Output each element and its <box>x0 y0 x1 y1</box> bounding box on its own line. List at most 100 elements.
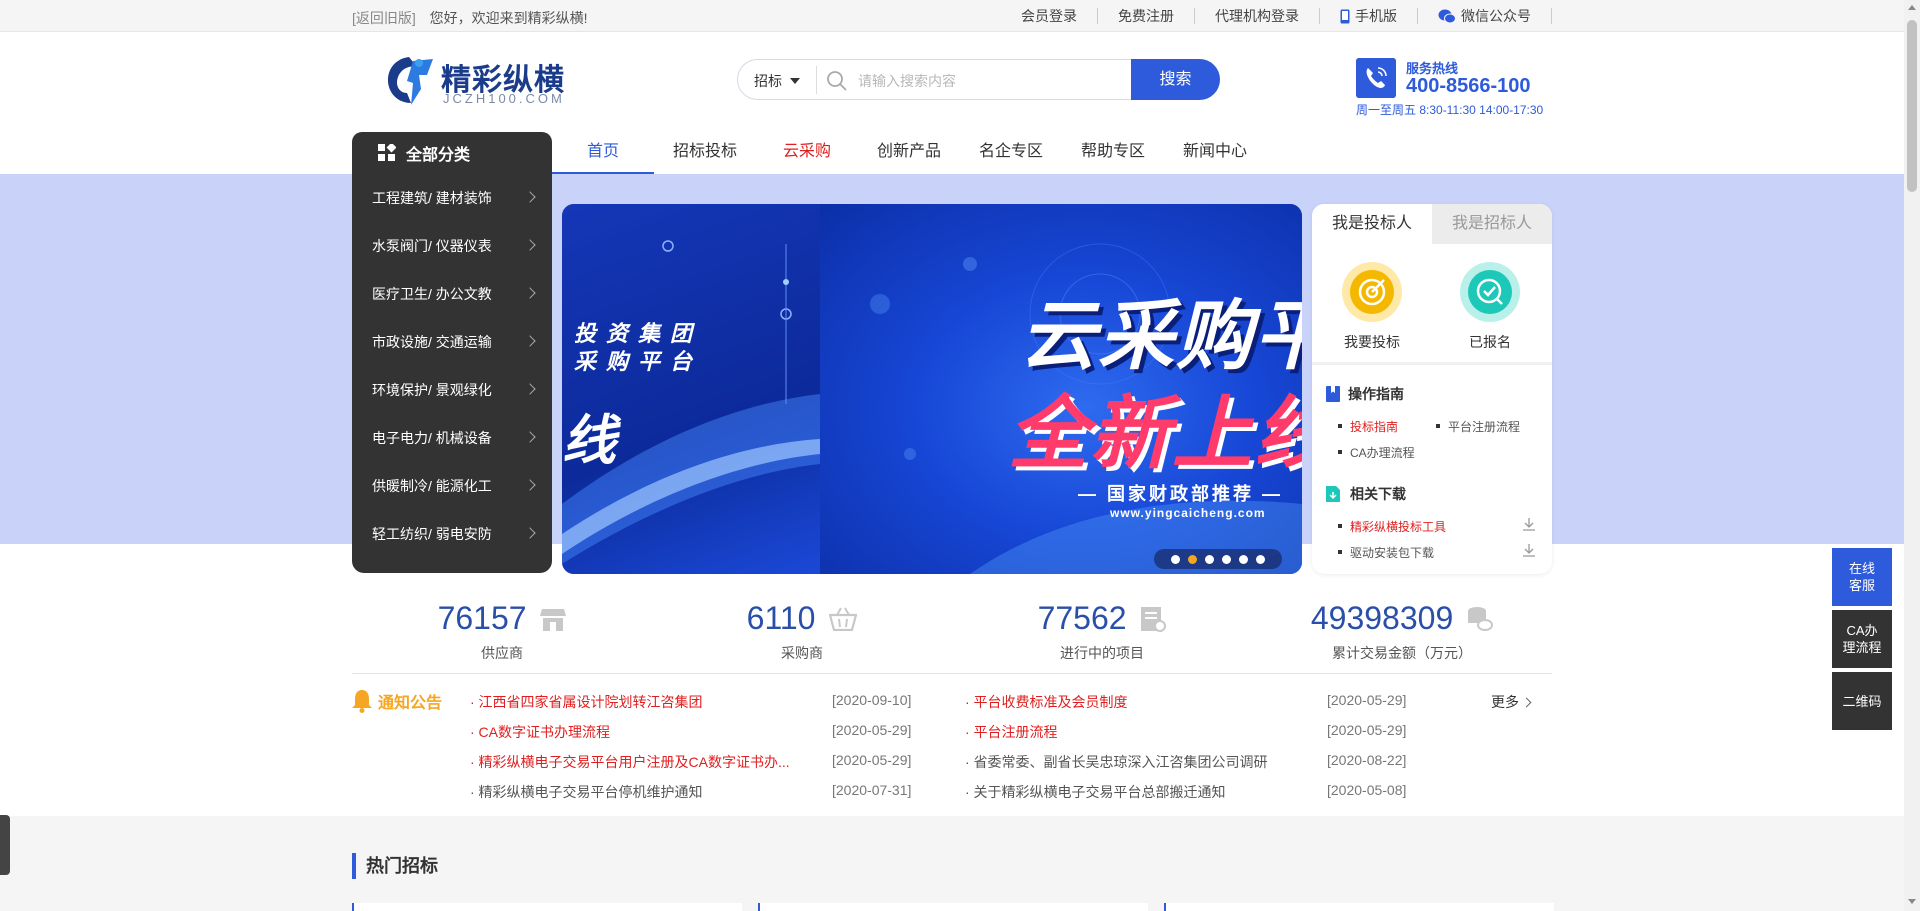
nav-news-center[interactable]: 新闻中心 <box>1164 132 1266 174</box>
nav-help-zone[interactable]: 帮助专区 <box>1062 132 1164 174</box>
stat-label: 累计交易金额（万元） <box>1332 645 1472 661</box>
online-service-button[interactable]: 在线客服 <box>1832 548 1892 606</box>
notice-item[interactable]: · 省委常委、副省长吴忠琼深入江咨集团公司调研 <box>965 752 1268 772</box>
download-link-tool[interactable]: 精彩纵横投标工具 <box>1338 518 1446 535</box>
bookmark-icon <box>1326 386 1340 402</box>
chevron-right-icon <box>524 431 536 443</box>
hot-bidding-card[interactable] <box>1164 903 1554 911</box>
agency-login-link[interactable]: 代理机构登录 <box>1195 8 1320 24</box>
notice-item[interactable]: · 精彩纵横电子交易平台用户注册及CA数字证书办... <box>470 752 790 772</box>
category-item[interactable]: 工程建筑/ 建材装饰 <box>352 174 552 222</box>
guide-link-ca[interactable]: CA办理流程 <box>1338 444 1415 461</box>
left-edge-tab[interactable] <box>0 815 10 875</box>
banner-dot[interactable] <box>1171 554 1180 564</box>
ca-process-label: CA办理流程 <box>1842 623 1882 655</box>
category-item[interactable]: 电子电力/ 机械设备 <box>352 414 552 462</box>
role-panel: 我是投标人 我是招标人 我要投标 已报名 操作指南 投标指南 平台注册流程 CA… <box>1312 204 1552 574</box>
qrcode-button[interactable]: 二维码 <box>1832 672 1892 730</box>
download-icon[interactable] <box>1522 543 1536 557</box>
category-list: 工程建筑/ 建材装饰 水泵阀门/ 仪器仪表 医疗卫生/ 办公文教 市政设施/ 交… <box>352 174 552 573</box>
hotline-hours: 周一至周五 8:30-11:30 14:00-17:30 <box>1356 103 1544 117</box>
search-type-select[interactable]: 招标 <box>754 71 800 91</box>
category-label: 水泵阀门/ 仪器仪表 <box>372 238 492 254</box>
nav-cloud-procurement[interactable]: 云采购 <box>756 132 858 174</box>
banner-dot[interactable] <box>1188 554 1197 564</box>
banner-left-slide: 投资集团 采购平台 线 <box>562 204 820 574</box>
nav-bidding[interactable]: 招标投标 <box>654 132 756 174</box>
mobile-phone-icon <box>1340 9 1350 23</box>
nav-innovative-products[interactable]: 创新产品 <box>858 132 960 174</box>
wechat-account-link[interactable]: 微信公众号 <box>1418 8 1552 24</box>
notice-item[interactable]: · 精彩纵横电子交易平台停机维护通知 <box>470 782 703 802</box>
notice-date: [2020-09-10] <box>832 692 912 708</box>
banner-dot[interactable] <box>1205 554 1214 564</box>
hot-bidding-title: 热门招标 <box>352 853 438 879</box>
tab-tenderer[interactable]: 我是招标人 <box>1432 204 1552 244</box>
scroll-up-icon[interactable] <box>1908 5 1916 10</box>
search-type-value: 招标 <box>754 73 782 89</box>
mobile-version-label: 手机版 <box>1355 8 1397 24</box>
registered-action-label: 已报名 <box>1469 334 1511 350</box>
scroll-down-icon[interactable] <box>1908 899 1916 904</box>
notice-item[interactable]: · 平台注册流程 <box>965 722 1058 742</box>
bid-action-button[interactable] <box>1342 262 1402 322</box>
banner-dot[interactable] <box>1256 554 1265 564</box>
notice-item[interactable]: · 江西省四家省属设计院划转江咨集团 <box>470 692 703 712</box>
grid-icon <box>378 144 396 161</box>
banner-title-line2: 全新上线 <box>1008 389 1302 478</box>
tab-bidder[interactable]: 我是投标人 <box>1312 204 1432 244</box>
hot-bidding-card[interactable] <box>758 903 1148 911</box>
nav-enterprise-zone[interactable]: 名企专区 <box>960 132 1062 174</box>
page-scrollbar[interactable] <box>1904 0 1920 911</box>
scrollbar-thumb[interactable] <box>1907 20 1917 192</box>
download-link-driver[interactable]: 驱动安装包下载 <box>1338 544 1434 561</box>
notice-item[interactable]: · CA数字证书办理流程 <box>470 722 610 742</box>
logo-domain: JCZH100.COM <box>443 91 565 106</box>
category-item[interactable]: 市政设施/ 交通运输 <box>352 318 552 366</box>
chevron-right-icon <box>1521 697 1532 707</box>
banner-dot[interactable] <box>1239 554 1248 564</box>
site-logo[interactable]: 精彩纵横 JCZH100.COM <box>383 53 573 109</box>
category-item[interactable]: 轻工纺织/ 弱电安防 <box>352 510 552 558</box>
chevron-down-icon <box>790 78 800 84</box>
notice-date: [2020-05-29] <box>1327 722 1407 738</box>
download-icon[interactable] <box>1522 517 1536 531</box>
all-categories-button[interactable]: 全部分类 <box>352 132 552 174</box>
guide-link-bidding[interactable]: 投标指南 <box>1338 418 1398 435</box>
search-input[interactable]: 请输入搜索内容 <box>858 71 956 91</box>
member-login-link[interactable]: 会员登录 <box>1021 8 1098 24</box>
stat-label: 采购商 <box>781 645 823 661</box>
more-label: 更多 <box>1491 694 1519 710</box>
category-label: 环境保护/ 景观绿化 <box>372 382 492 398</box>
category-item[interactable]: 环境保护/ 景观绿化 <box>352 366 552 414</box>
category-item[interactable]: 医疗卫生/ 办公文教 <box>352 270 552 318</box>
category-item[interactable]: 水泵阀门/ 仪器仪表 <box>352 222 552 270</box>
notice-item[interactable]: · 平台收费标准及会员制度 <box>965 692 1128 712</box>
stat-label: 进行中的项目 <box>1060 645 1144 661</box>
hero-banner[interactable]: 投资集团 采购平台 线 云采购平 全新上线 — 国家财政部推荐 — www.yi… <box>562 204 1302 574</box>
all-categories-label: 全部分类 <box>406 147 471 164</box>
registered-action-button[interactable] <box>1460 262 1520 322</box>
notice-more-link[interactable]: 更多 <box>1491 692 1532 712</box>
role-panel-divider <box>1312 362 1552 365</box>
stat-transaction-amount: 49398309 累计交易金额（万元） <box>1292 600 1512 663</box>
nav-home[interactable]: 首页 <box>552 132 654 174</box>
banner-url: www.yingcaicheng.com <box>1110 506 1266 520</box>
banner-dot[interactable] <box>1222 554 1231 564</box>
guide-link-register[interactable]: 平台注册流程 <box>1436 418 1520 435</box>
notice-item[interactable]: · 关于精彩纵横电子交易平台总部搬迁通知 <box>965 782 1226 802</box>
category-item[interactable]: 供暖制冷/ 能源化工 <box>352 462 552 510</box>
return-old-version-link[interactable]: [返回旧版] <box>352 10 416 26</box>
ca-process-button[interactable]: CA办理流程 <box>1832 610 1892 668</box>
category-label: 市政设施/ 交通运输 <box>372 334 492 350</box>
download-title-text: 相关下载 <box>1350 486 1406 502</box>
target-icon <box>1358 278 1386 306</box>
search-button[interactable]: 搜索 <box>1131 59 1220 100</box>
notice-date: [2020-08-22] <box>1327 752 1407 768</box>
service-hotline: 服务热线 400-8566-100 周一至周五 8:30-11:30 14:00… <box>1356 56 1556 118</box>
mobile-version-link[interactable]: 手机版 <box>1320 8 1418 24</box>
hot-bidding-card[interactable] <box>352 903 742 911</box>
banner-left-line3: 线 <box>562 411 616 471</box>
free-register-label: 免费注册 <box>1118 8 1174 24</box>
free-register-link[interactable]: 免费注册 <box>1098 8 1195 24</box>
